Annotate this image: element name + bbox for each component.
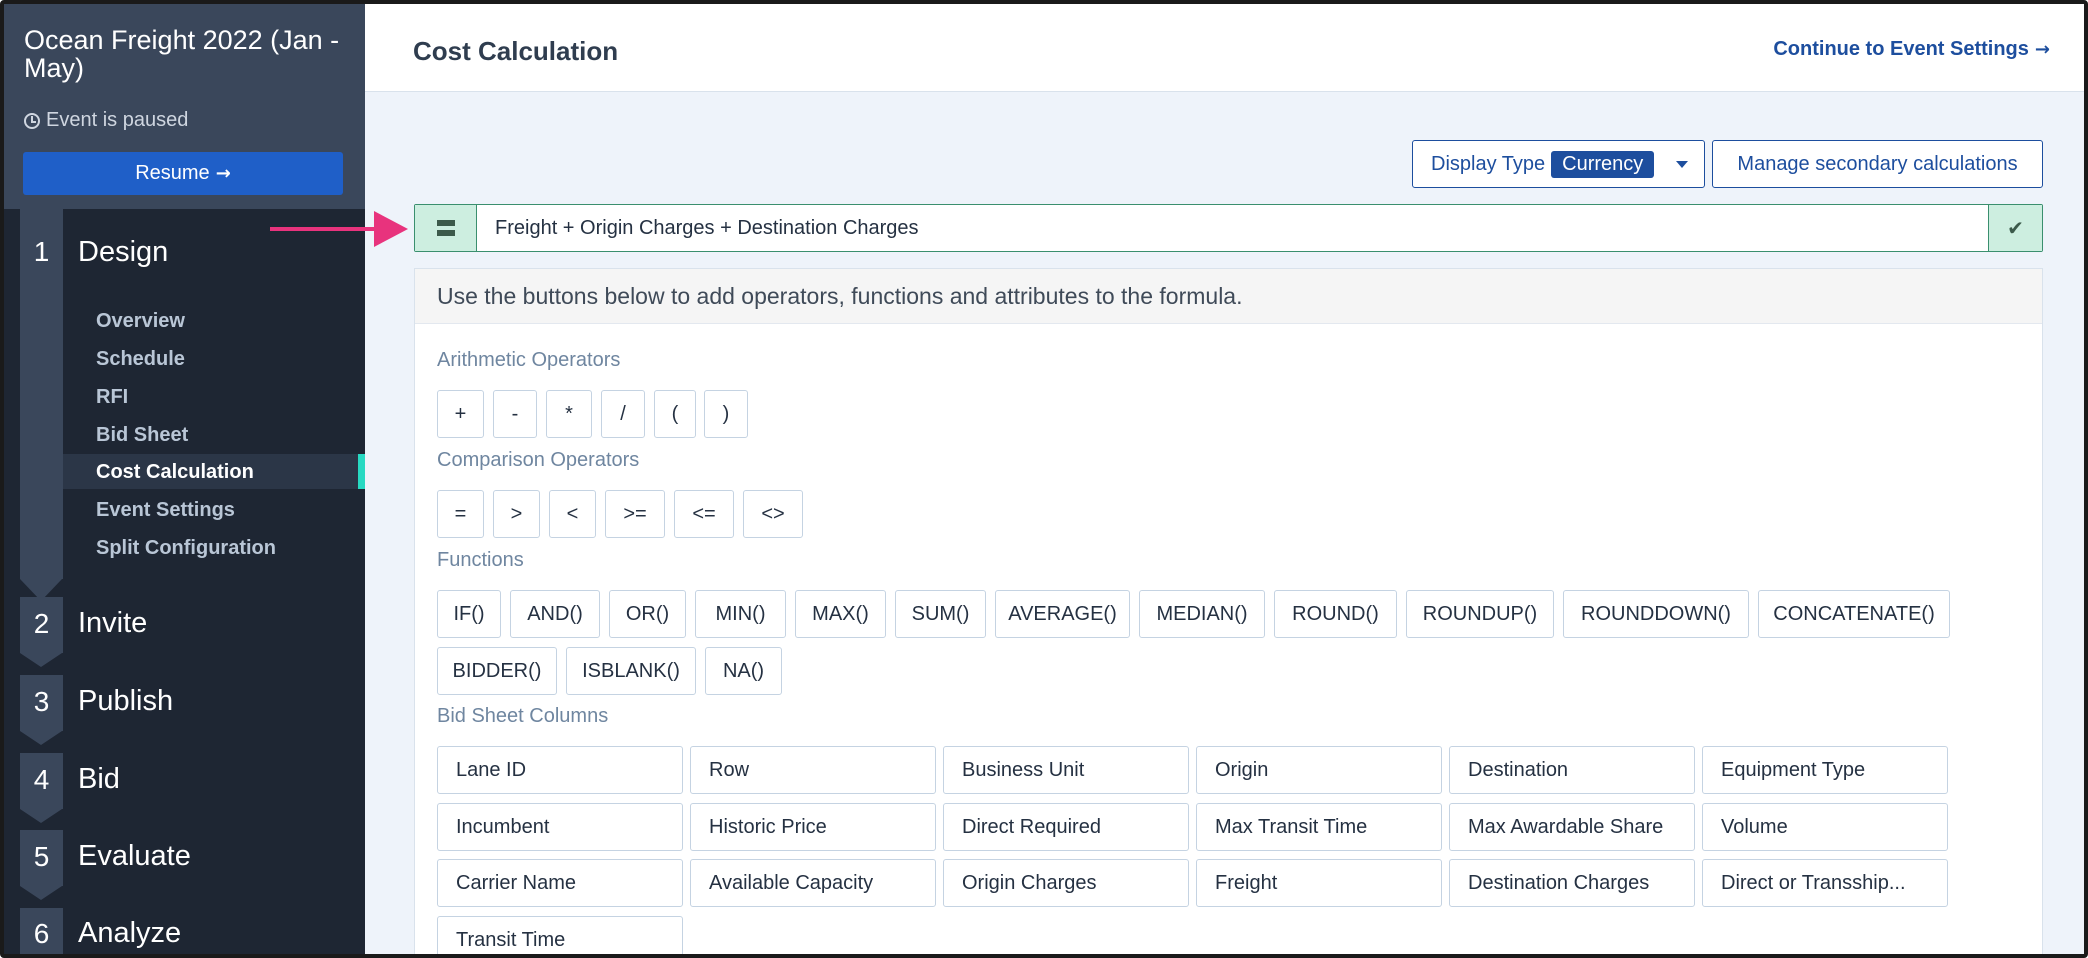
function-rounddown-button[interactable]: ROUNDDOWN() [1563, 590, 1749, 638]
column-lane-id-button[interactable]: Lane ID [437, 746, 683, 794]
column-available-capacity-button[interactable]: Available Capacity [690, 859, 936, 907]
column-freight-button[interactable]: Freight [1196, 859, 1442, 907]
resume-button-label: Resume [135, 162, 210, 184]
formula-builder-panel: Use the buttons below to add operators, … [414, 268, 2043, 954]
top-bar: Cost Calculation Continue to Event Setti… [365, 4, 2084, 92]
equals-icon [436, 220, 455, 236]
function-average-button[interactable]: AVERAGE() [995, 590, 1130, 638]
operator-greater-button[interactable]: > [493, 490, 540, 538]
panel-instructions: Use the buttons below to add operators, … [415, 269, 2042, 324]
step-label: Analyze [78, 917, 182, 949]
event-status-text: Event is paused [46, 109, 189, 131]
event-status: Event is paused [24, 109, 188, 132]
column-carrier-name-button[interactable]: Carrier Name [437, 859, 683, 907]
manage-secondary-calculations-button[interactable]: Manage secondary calculations [1712, 140, 2043, 188]
step-label: Bid [78, 763, 120, 795]
function-na-button[interactable]: NA() [705, 647, 782, 695]
column-equipment-type-button[interactable]: Equipment Type [1702, 746, 1948, 794]
operator-divide-button[interactable]: / [601, 390, 645, 438]
clock-icon [24, 112, 40, 129]
check-icon: ✔ [2007, 216, 2024, 240]
formula-input[interactable]: Freight + Origin Charges + Destination C… [495, 205, 919, 251]
function-concatenate-button[interactable]: CONCATENATE() [1758, 590, 1950, 638]
display-type-value: Currency [1551, 150, 1655, 178]
resume-button[interactable]: Resume → [23, 152, 343, 195]
pointer-arrow [270, 211, 408, 247]
column-volume-button[interactable]: Volume [1702, 803, 1948, 851]
function-median-button[interactable]: MEDIAN() [1139, 590, 1265, 638]
continue-to-event-settings-link[interactable]: Continue to Event Settings → [1773, 38, 2050, 61]
event-title: Ocean Freight 2022 (Jan - May) [24, 25, 340, 83]
operator-plus-button[interactable]: + [437, 390, 484, 438]
function-sum-button[interactable]: SUM() [895, 590, 986, 638]
formula-apply-button[interactable]: ✔ [1988, 205, 2042, 251]
active-marker [358, 454, 365, 489]
column-origin-charges-button[interactable]: Origin Charges [943, 859, 1189, 907]
column-direct-or-transship-button[interactable]: Direct or Transship... [1702, 859, 1948, 907]
step-number: 3 [33, 686, 50, 717]
function-max-button[interactable]: MAX() [795, 590, 886, 638]
step-label: Design [78, 236, 169, 268]
step-label: Invite [78, 607, 148, 639]
display-type-dropdown[interactable]: Display Type Currency [1412, 140, 1705, 188]
column-business-unit-button[interactable]: Business Unit [943, 746, 1189, 794]
operator-not-equal-button[interactable]: <> [743, 490, 803, 538]
step-number: 5 [33, 841, 50, 872]
sidebar-item-schedule[interactable]: Schedule [96, 348, 185, 371]
bid-sheet-columns-label: Bid Sheet Columns [437, 705, 609, 727]
operator-multiply-button[interactable]: * [546, 390, 592, 438]
operator-less-button[interactable]: < [549, 490, 596, 538]
column-row-button[interactable]: Row [690, 746, 936, 794]
operator-greater-equal-button[interactable]: >= [605, 490, 665, 538]
column-destination-charges-button[interactable]: Destination Charges [1449, 859, 1695, 907]
step-number: 2 [33, 608, 50, 639]
function-min-button[interactable]: MIN() [695, 590, 786, 638]
operator-open-paren-button[interactable]: ( [654, 390, 696, 438]
operator-close-paren-button[interactable]: ) [704, 390, 748, 438]
column-transit-time-button[interactable]: Transit Time [437, 916, 683, 954]
comparison-operators-label: Comparison Operators [437, 449, 640, 471]
function-if-button[interactable]: IF() [437, 590, 501, 638]
function-or-button[interactable]: OR() [609, 590, 686, 638]
arithmetic-operators-label: Arithmetic Operators [437, 349, 621, 371]
sidebar-item-rfi[interactable]: RFI [96, 386, 128, 409]
function-isblank-button[interactable]: ISBLANK() [566, 647, 696, 695]
sidebar-item-bid-sheet[interactable]: Bid Sheet [96, 424, 188, 447]
sidebar-item-cost-calculation[interactable]: Cost Calculation [96, 461, 254, 484]
function-bidder-button[interactable]: BIDDER() [437, 647, 557, 695]
app-window: Ocean Freight 2022 (Jan - May) Event is … [0, 0, 2088, 958]
column-max-awardable-share-button[interactable]: Max Awardable Share [1449, 803, 1695, 851]
step-number: 4 [33, 764, 50, 795]
column-incumbent-button[interactable]: Incumbent [437, 803, 683, 851]
display-type-label: Display Type [1431, 152, 1546, 175]
functions-label: Functions [437, 549, 524, 571]
column-destination-button[interactable]: Destination [1449, 746, 1695, 794]
step-number: 6 [33, 918, 50, 949]
sidebar-item-overview[interactable]: Overview [96, 310, 185, 333]
column-historic-price-button[interactable]: Historic Price [690, 803, 936, 851]
operator-minus-button[interactable]: - [493, 390, 537, 438]
arrow-right-icon: → [215, 163, 231, 184]
column-direct-required-button[interactable]: Direct Required [943, 803, 1189, 851]
event-header: Ocean Freight 2022 (Jan - May) Event is … [4, 4, 365, 209]
arrow-right-icon: → [2034, 39, 2050, 60]
operator-less-equal-button[interactable]: <= [674, 490, 734, 538]
function-roundup-button[interactable]: ROUNDUP() [1406, 590, 1554, 638]
sidebar: Ocean Freight 2022 (Jan - May) Event is … [4, 4, 365, 954]
continue-link-label: Continue to Event Settings [1773, 38, 2029, 60]
step-number: 1 [33, 236, 50, 267]
function-round-button[interactable]: ROUND() [1274, 590, 1397, 638]
sidebar-item-event-settings[interactable]: Event Settings [96, 499, 235, 522]
function-and-button[interactable]: AND() [510, 590, 600, 638]
column-origin-button[interactable]: Origin [1196, 746, 1442, 794]
operator-equals-button[interactable]: = [437, 490, 484, 538]
formula-editor: Freight + Origin Charges + Destination C… [414, 204, 2043, 252]
column-max-transit-time-button[interactable]: Max Transit Time [1196, 803, 1442, 851]
caret-down-icon [1676, 160, 1689, 168]
step-label: Publish [78, 685, 174, 717]
formula-toggle-button[interactable] [415, 205, 477, 251]
page-title: Cost Calculation [413, 36, 619, 66]
step-label: Evaluate [78, 840, 191, 872]
sidebar-item-split-configuration[interactable]: Split Configuration [96, 537, 276, 560]
